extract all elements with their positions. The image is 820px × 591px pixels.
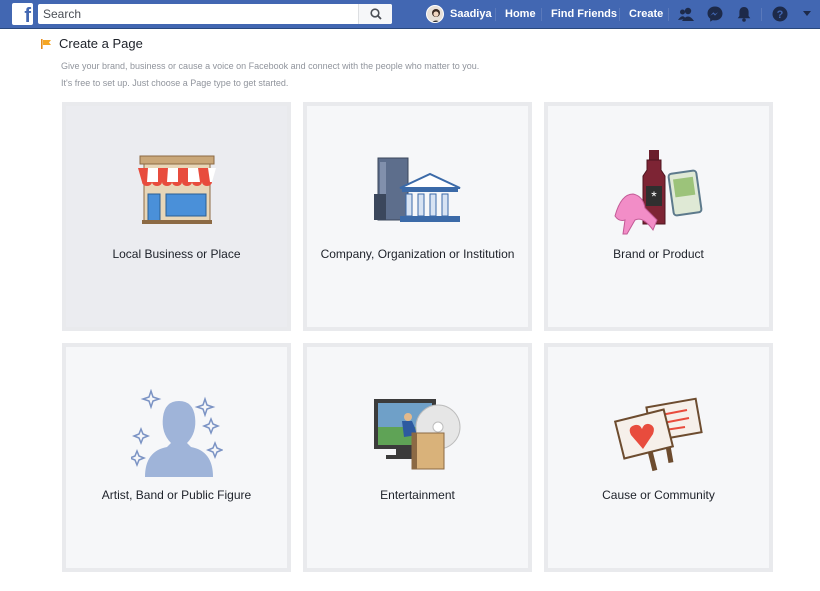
card-cause-community[interactable]: Cause or Community <box>544 343 773 572</box>
profile-link[interactable]: Saadiya <box>450 8 492 20</box>
search-button[interactable] <box>358 4 392 24</box>
divider <box>619 8 620 21</box>
card-label: Cause or Community <box>602 488 715 502</box>
card-label: Local Business or Place <box>112 247 241 261</box>
divider <box>541 8 542 21</box>
page-description: Give your brand, business or cause a voi… <box>61 61 480 71</box>
divider <box>761 8 762 21</box>
card-label: Brand or Product <box>613 247 704 261</box>
svg-text:?: ? <box>777 9 784 21</box>
buildings-icon <box>373 157 460 222</box>
card-entertainment[interactable]: Entertainment <box>303 343 532 572</box>
person-stars-icon <box>130 389 223 477</box>
page-flag-icon <box>41 39 51 49</box>
signs-icon <box>613 397 703 472</box>
avatar[interactable] <box>426 5 444 23</box>
search-icon <box>370 8 382 20</box>
search-input[interactable] <box>38 4 358 24</box>
card-label: Company, Organization or Institution <box>320 247 515 261</box>
products-icon: * <box>613 150 702 235</box>
media-icon <box>373 399 460 470</box>
page-title: Create a Page <box>59 36 143 51</box>
help-icon[interactable]: ? <box>771 5 789 23</box>
card-local-business[interactable]: Local Business or Place <box>62 102 291 331</box>
divider <box>495 8 496 21</box>
card-company[interactable]: Company, Organization or Institution <box>303 102 532 331</box>
card-artist-band[interactable]: Artist, Band or Public Figure <box>62 343 291 572</box>
logo-letter: f <box>24 5 31 25</box>
page-description-secondary: It's free to set up. Just choose a Page … <box>61 78 289 88</box>
create-link[interactable]: Create <box>629 8 663 20</box>
card-label: Entertainment <box>380 488 455 502</box>
find-friends-link[interactable]: Find Friends <box>551 8 617 20</box>
friend-requests-icon[interactable] <box>677 5 695 23</box>
facebook-logo-icon[interactable]: f <box>12 3 33 25</box>
dropdown-arrow-icon[interactable] <box>802 10 812 18</box>
card-label: Artist, Band or Public Figure <box>101 488 252 502</box>
card-brand-product[interactable]: * Brand or Product <box>544 102 773 331</box>
search-box <box>38 4 392 24</box>
messenger-icon[interactable] <box>706 5 724 23</box>
home-link[interactable]: Home <box>505 8 536 20</box>
divider <box>668 8 669 21</box>
top-bar: f Saadiya Home Find Friends Create ? <box>0 0 820 29</box>
svg-text:*: * <box>651 188 657 204</box>
notifications-icon[interactable] <box>735 5 753 23</box>
storefront-icon <box>137 155 216 224</box>
